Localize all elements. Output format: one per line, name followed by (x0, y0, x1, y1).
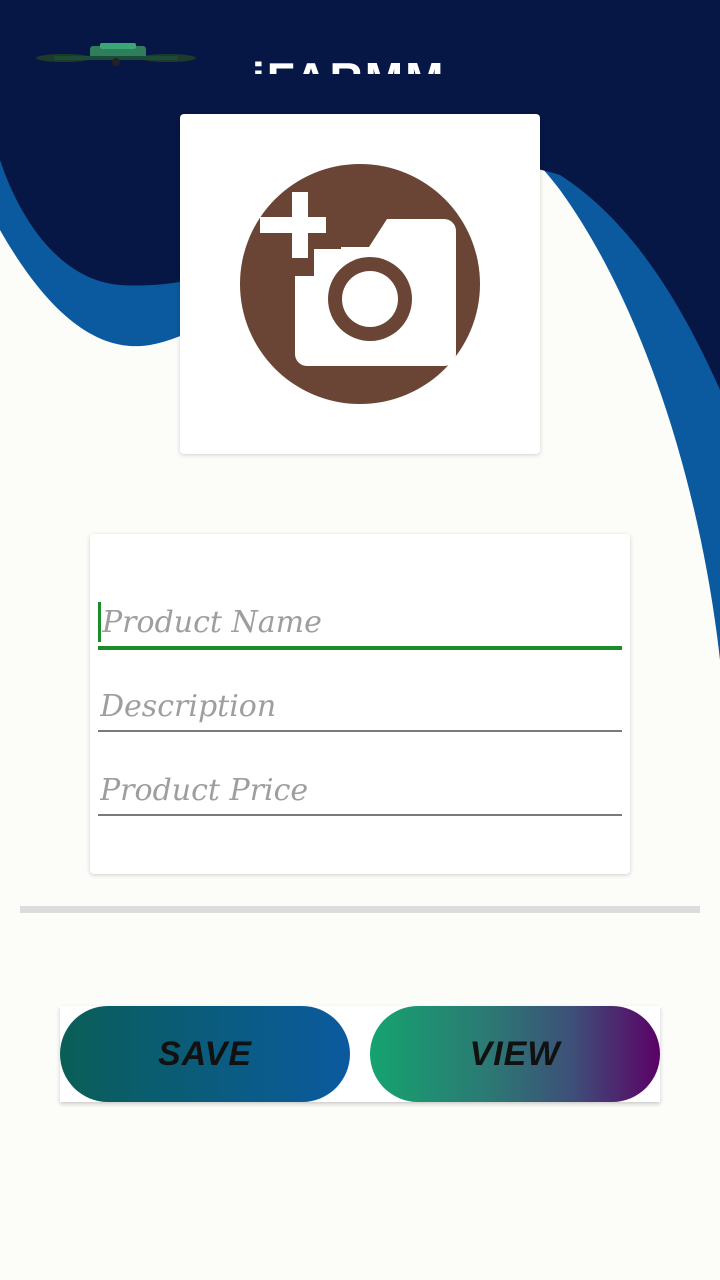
save-button[interactable]: SAVE (60, 1006, 350, 1102)
description-input[interactable] (100, 689, 610, 724)
add-photo-camera-icon (240, 164, 480, 404)
text-cursor (98, 602, 101, 642)
action-button-bar: SAVE VIEW (60, 1006, 660, 1102)
app-title: iFARMM (252, 56, 445, 74)
product-price-field[interactable] (98, 766, 622, 816)
product-name-input[interactable] (102, 605, 612, 640)
drone-logo-icon (36, 43, 196, 66)
product-price-input[interactable] (100, 773, 610, 808)
description-field[interactable] (98, 682, 622, 732)
section-divider (20, 906, 700, 913)
view-button[interactable]: VIEW (370, 1006, 660, 1102)
product-image-picker[interactable] (180, 114, 540, 454)
product-name-field[interactable] (98, 598, 622, 650)
app-title-container: iFARMM (252, 52, 482, 74)
product-form-card (90, 534, 630, 874)
